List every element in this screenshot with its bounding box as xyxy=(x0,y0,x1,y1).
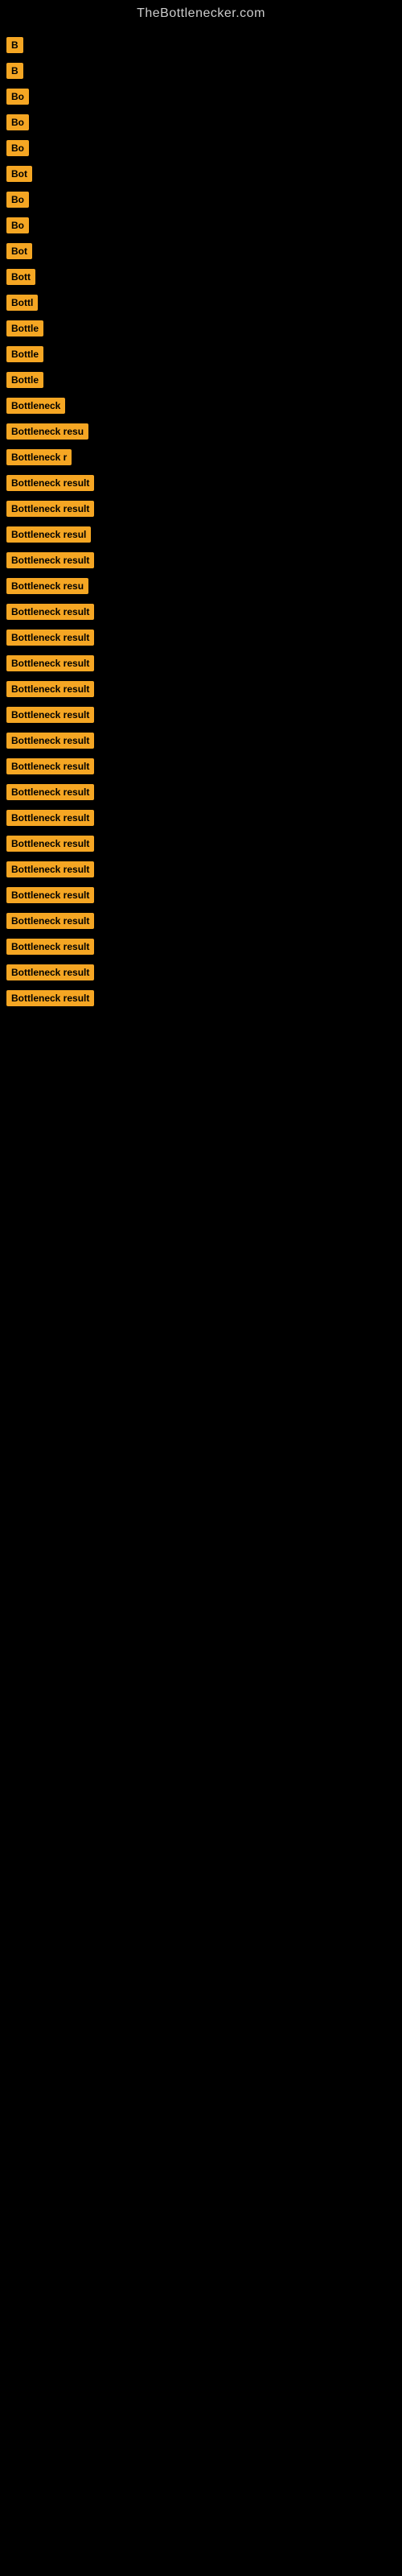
bottleneck-badge: Bottle xyxy=(6,372,43,388)
badge-row: Bo xyxy=(6,213,402,238)
bottleneck-badge: Bottl xyxy=(6,295,38,311)
badge-row: Bottleneck result xyxy=(6,882,402,908)
badge-row: Bottleneck result xyxy=(6,960,402,985)
bottleneck-badge: Bottleneck result xyxy=(6,475,94,491)
badge-row: Bottleneck result xyxy=(6,934,402,960)
badge-row: Bott xyxy=(6,264,402,290)
badge-row: Bo xyxy=(6,109,402,135)
bottleneck-badge: Bottleneck result xyxy=(6,733,94,749)
bottleneck-badge: Bo xyxy=(6,89,29,105)
bottleneck-badge: Bottleneck result xyxy=(6,552,94,568)
badge-row: B xyxy=(6,32,402,58)
bottleneck-badge: Bot xyxy=(6,243,32,259)
bottleneck-badge: Bo xyxy=(6,192,29,208)
badge-row: Bottleneck result xyxy=(6,857,402,882)
bottleneck-badge: Bottleneck result xyxy=(6,784,94,800)
site-title: TheBottlenecker.com xyxy=(0,0,402,24)
bottleneck-badge: Bottleneck result xyxy=(6,990,94,1006)
bottleneck-badge: Bottleneck result xyxy=(6,501,94,517)
badge-row: Bottleneck result xyxy=(6,779,402,805)
badge-row: Bot xyxy=(6,238,402,264)
badge-row: Bottleneck result xyxy=(6,650,402,676)
bottleneck-badge: Bo xyxy=(6,140,29,156)
bottleneck-badge: Bottleneck resu xyxy=(6,578,88,594)
badge-row: Bottleneck resul xyxy=(6,522,402,547)
bottleneck-badge: Bottleneck result xyxy=(6,836,94,852)
bottleneck-badge: Bottleneck result xyxy=(6,630,94,646)
badge-row: Bottleneck result xyxy=(6,985,402,1011)
badge-row: B xyxy=(6,58,402,84)
bottleneck-badge: Bottleneck result xyxy=(6,913,94,929)
badge-row: Bottleneck result xyxy=(6,728,402,753)
badge-row: Bottleneck result xyxy=(6,831,402,857)
badge-list: BB Bo Bo Bo Bot Bo Bo Bot Bott Bottl Bottle Bottle B… xyxy=(0,24,402,1019)
bottleneck-badge: Bottleneck result xyxy=(6,964,94,980)
badge-row: Bottle xyxy=(6,316,402,341)
bottleneck-badge: Bot xyxy=(6,166,32,182)
bottleneck-badge: Bo xyxy=(6,114,29,130)
bottleneck-badge: B xyxy=(6,37,23,53)
bottleneck-badge: Bottleneck result xyxy=(6,758,94,774)
badge-row: Bottleneck result xyxy=(6,805,402,831)
bottleneck-badge: Bottleneck result xyxy=(6,604,94,620)
bottleneck-badge: Bottleneck result xyxy=(6,887,94,903)
badge-row: Bottleneck result xyxy=(6,908,402,934)
bottleneck-badge: Bott xyxy=(6,269,35,285)
badge-row: Bo xyxy=(6,187,402,213)
bottleneck-badge: Bottleneck result xyxy=(6,861,94,877)
bottleneck-badge: Bottleneck r xyxy=(6,449,72,465)
badge-row: Bo xyxy=(6,135,402,161)
badge-row: Bottleneck result xyxy=(6,470,402,496)
bottleneck-badge: Bottle xyxy=(6,320,43,336)
badge-row: Bottleneck result xyxy=(6,676,402,702)
badge-row: Bo xyxy=(6,84,402,109)
badge-row: Bottle xyxy=(6,341,402,367)
badge-row: Bottl xyxy=(6,290,402,316)
badge-row: Bottleneck xyxy=(6,393,402,419)
badge-row: Bottle xyxy=(6,367,402,393)
badge-row: Bottleneck r xyxy=(6,444,402,470)
bottleneck-badge: Bottleneck resul xyxy=(6,526,91,543)
bottleneck-badge: Bottle xyxy=(6,346,43,362)
bottleneck-badge: Bottleneck result xyxy=(6,707,94,723)
bottleneck-badge: Bottleneck result xyxy=(6,681,94,697)
bottleneck-badge: Bo xyxy=(6,217,29,233)
badge-row: Bottleneck resu xyxy=(6,419,402,444)
badge-row: Bottleneck result xyxy=(6,599,402,625)
bottleneck-badge: Bottleneck xyxy=(6,398,65,414)
badge-row: Bottleneck result xyxy=(6,625,402,650)
bottleneck-badge: B xyxy=(6,63,23,79)
badge-row: Bot xyxy=(6,161,402,187)
badge-row: Bottleneck resu xyxy=(6,573,402,599)
bottleneck-badge: Bottleneck result xyxy=(6,810,94,826)
badge-row: Bottleneck result xyxy=(6,702,402,728)
badge-row: Bottleneck result xyxy=(6,496,402,522)
bottleneck-badge: Bottleneck result xyxy=(6,655,94,671)
badge-row: Bottleneck result xyxy=(6,547,402,573)
bottleneck-badge: Bottleneck resu xyxy=(6,423,88,440)
badge-row: Bottleneck result xyxy=(6,753,402,779)
bottleneck-badge: Bottleneck result xyxy=(6,939,94,955)
